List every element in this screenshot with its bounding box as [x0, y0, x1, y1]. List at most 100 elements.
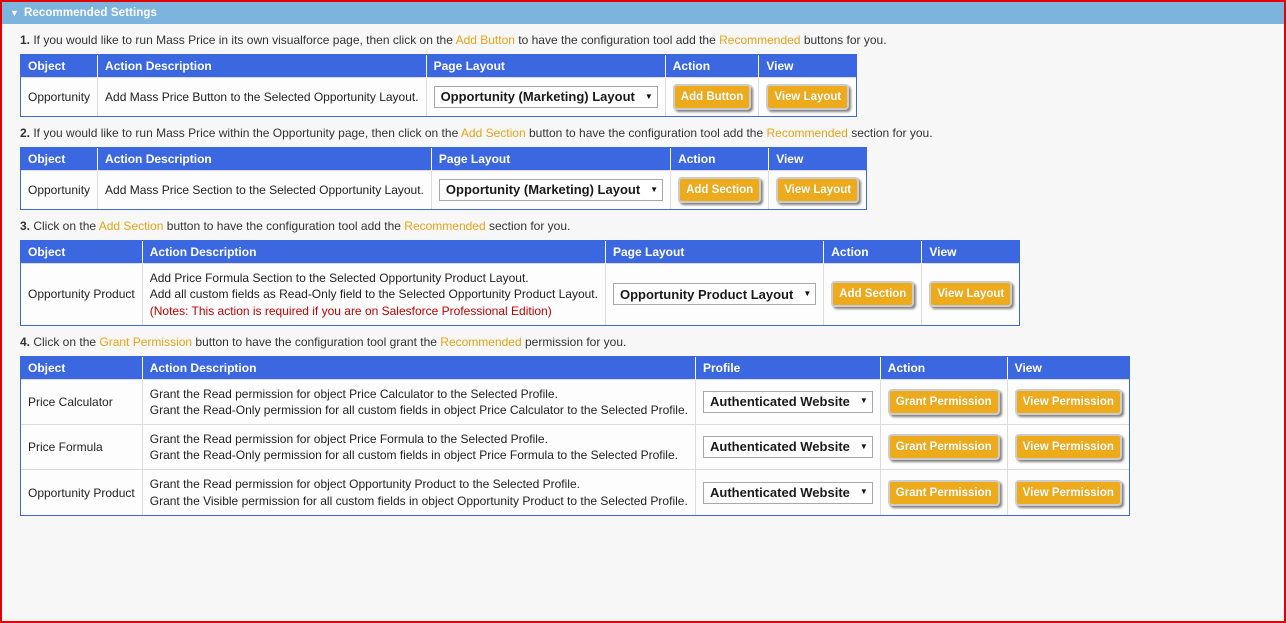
- step-fragment: section for you.: [848, 126, 933, 140]
- description-line: Add Price Formula Section to the Selecte…: [150, 270, 598, 286]
- column-header: Page Layout: [605, 241, 823, 264]
- step-fragment: Click on the: [30, 335, 99, 349]
- description-line: Add Mass Price Button to the Selected Op…: [105, 89, 419, 105]
- step-text-3: 3. Click on the Add Section button to ha…: [2, 210, 1284, 240]
- cell-description: Grant the Read permission for object Opp…: [142, 470, 695, 515]
- description-line: Grant the Visible permission for all cus…: [150, 493, 688, 509]
- page-layout-select[interactable]: Opportunity Product Layout ▼: [613, 283, 816, 305]
- table-row: Opportunity Product Grant the Read permis…: [21, 470, 1129, 515]
- column-header: View: [1007, 357, 1129, 380]
- step-highlight: Add Section: [99, 219, 164, 233]
- chevron-down-icon[interactable]: ▼: [860, 396, 868, 407]
- step-fragment: to have the configuration tool add the: [515, 33, 719, 47]
- step-fragment: button to have the configuration tool ad…: [526, 126, 767, 140]
- profile-select[interactable]: Authenticated Website ▼: [703, 482, 873, 504]
- page-root: ▼ Recommended Settings 1. If you would l…: [2, 2, 1284, 621]
- step-highlight: Add Button: [456, 33, 515, 47]
- action-button[interactable]: Add Section: [678, 177, 761, 203]
- table-header-row: ObjectAction DescriptionPage LayoutActio…: [21, 55, 856, 78]
- cell-object: Opportunity Product: [21, 470, 142, 515]
- action-button[interactable]: Grant Permission: [888, 480, 1000, 506]
- cell-object: Price Calculator: [21, 379, 142, 424]
- cell-description: Add Mass Price Section to the Selected O…: [98, 171, 432, 210]
- cell-action: Add Section: [671, 171, 769, 210]
- column-header: Action Description: [142, 357, 695, 380]
- step-text-2: 2. If you would like to run Mass Price w…: [2, 117, 1284, 147]
- cell-description: Add Mass Price Button to the Selected Op…: [98, 78, 427, 117]
- cell-view: View Permission: [1007, 379, 1129, 424]
- chevron-down-icon[interactable]: ▼: [803, 289, 811, 300]
- step-text-1: 1. If you would like to run Mass Price i…: [2, 24, 1284, 54]
- cell-action: Add Button: [665, 78, 759, 117]
- view-button[interactable]: View Layout: [929, 281, 1012, 307]
- cell-select: Authenticated Website ▼: [695, 379, 880, 424]
- column-header: Object: [21, 55, 98, 78]
- table-1: ObjectAction DescriptionPage LayoutActio…: [20, 54, 857, 117]
- profile-select[interactable]: Authenticated Website▼: [703, 436, 873, 458]
- description-line: Grant the Read permission for object Pri…: [150, 386, 688, 402]
- column-header: View: [759, 55, 856, 78]
- view-button[interactable]: View Layout: [766, 84, 849, 110]
- step-fragment: If you would like to run Mass Price with…: [30, 126, 461, 140]
- table-header-row: ObjectAction DescriptionProfileActionVie…: [21, 357, 1129, 380]
- cell-description: Grant the Read permission for object Pri…: [142, 379, 695, 424]
- view-button[interactable]: View Permission: [1015, 480, 1122, 506]
- column-header: Action Description: [142, 241, 605, 264]
- page-layout-select[interactable]: Opportunity (Marketing) Layout▼: [434, 86, 658, 108]
- select-value: Authenticated Website: [710, 484, 850, 502]
- step-fragment: permission for you.: [522, 335, 627, 349]
- table-header-row: ObjectAction DescriptionPage LayoutActio…: [21, 241, 1019, 264]
- chevron-down-icon[interactable]: ▼: [860, 442, 868, 453]
- cell-object: Price Formula: [21, 425, 142, 470]
- cell-action: Grant Permission: [880, 470, 1007, 515]
- cell-description: Grant the Read permission for object Pri…: [142, 425, 695, 470]
- cell-view: View Layout: [759, 78, 856, 117]
- step-highlight: Grant Permission: [99, 335, 192, 349]
- column-header: Action Description: [98, 55, 427, 78]
- view-button[interactable]: View Permission: [1015, 434, 1122, 460]
- step-fragment: buttons for you.: [800, 33, 886, 47]
- select-value: Opportunity (Marketing) Layout: [446, 181, 640, 199]
- chevron-down-icon[interactable]: ▼: [650, 185, 658, 196]
- column-header: Action: [824, 241, 922, 264]
- section-title: Recommended Settings: [24, 7, 157, 19]
- description-line: Add all custom fields as Read-Only field…: [150, 286, 598, 302]
- column-header: View: [922, 241, 1019, 264]
- section-header[interactable]: ▼ Recommended Settings: [2, 2, 1284, 24]
- settings-table: ObjectAction DescriptionPage LayoutActio…: [21, 241, 1019, 325]
- table-row: Price Calculator Grant the Read permissio…: [21, 379, 1129, 424]
- description-line: Grant the Read permission for object Opp…: [150, 476, 688, 492]
- column-header: Action: [671, 148, 769, 171]
- settings-table: ObjectAction DescriptionProfileActionVie…: [21, 357, 1129, 515]
- action-button[interactable]: Add Button: [673, 84, 752, 110]
- view-button[interactable]: View Layout: [776, 177, 859, 203]
- column-header: Action: [880, 357, 1007, 380]
- action-button[interactable]: Add Section: [831, 281, 914, 307]
- step-fragment: Click on the: [30, 219, 99, 233]
- page-layout-select[interactable]: Opportunity (Marketing) Layout ▼: [439, 179, 663, 201]
- select-value: Opportunity Product Layout: [620, 286, 793, 304]
- chevron-down-icon[interactable]: ▼: [645, 92, 653, 103]
- profile-select[interactable]: Authenticated Website ▼: [703, 391, 873, 413]
- action-button[interactable]: Grant Permission: [888, 389, 1000, 415]
- cell-select: Authenticated Website▼: [695, 425, 880, 470]
- description-line: Grant the Read-Only permission for all c…: [150, 402, 688, 418]
- cell-object: Opportunity Product: [21, 264, 142, 325]
- cell-description: Add Price Formula Section to the Selecte…: [142, 264, 605, 325]
- triangle-down-icon[interactable]: ▼: [10, 9, 19, 18]
- settings-body: 1. If you would like to run Mass Price i…: [2, 24, 1284, 516]
- description-line: Add Mass Price Section to the Selected O…: [105, 182, 424, 198]
- cell-select: Opportunity (Marketing) Layout ▼: [431, 171, 670, 210]
- step-text-4: 4. Click on the Grant Permission button …: [2, 326, 1284, 356]
- table-row: Price FormulaGrant the Read permission f…: [21, 425, 1129, 470]
- chevron-down-icon[interactable]: ▼: [860, 487, 868, 498]
- cell-object: Opportunity: [21, 171, 98, 210]
- column-header: Object: [21, 357, 142, 380]
- action-button[interactable]: Grant Permission: [888, 434, 1000, 460]
- step-highlight: Recommended: [404, 219, 485, 233]
- cell-select: Opportunity Product Layout ▼: [605, 264, 823, 325]
- select-value: Authenticated Website: [710, 393, 850, 411]
- table-3: ObjectAction DescriptionPage LayoutActio…: [20, 240, 1020, 326]
- view-button[interactable]: View Permission: [1015, 389, 1122, 415]
- step-fragment: If you would like to run Mass Price in i…: [30, 33, 456, 47]
